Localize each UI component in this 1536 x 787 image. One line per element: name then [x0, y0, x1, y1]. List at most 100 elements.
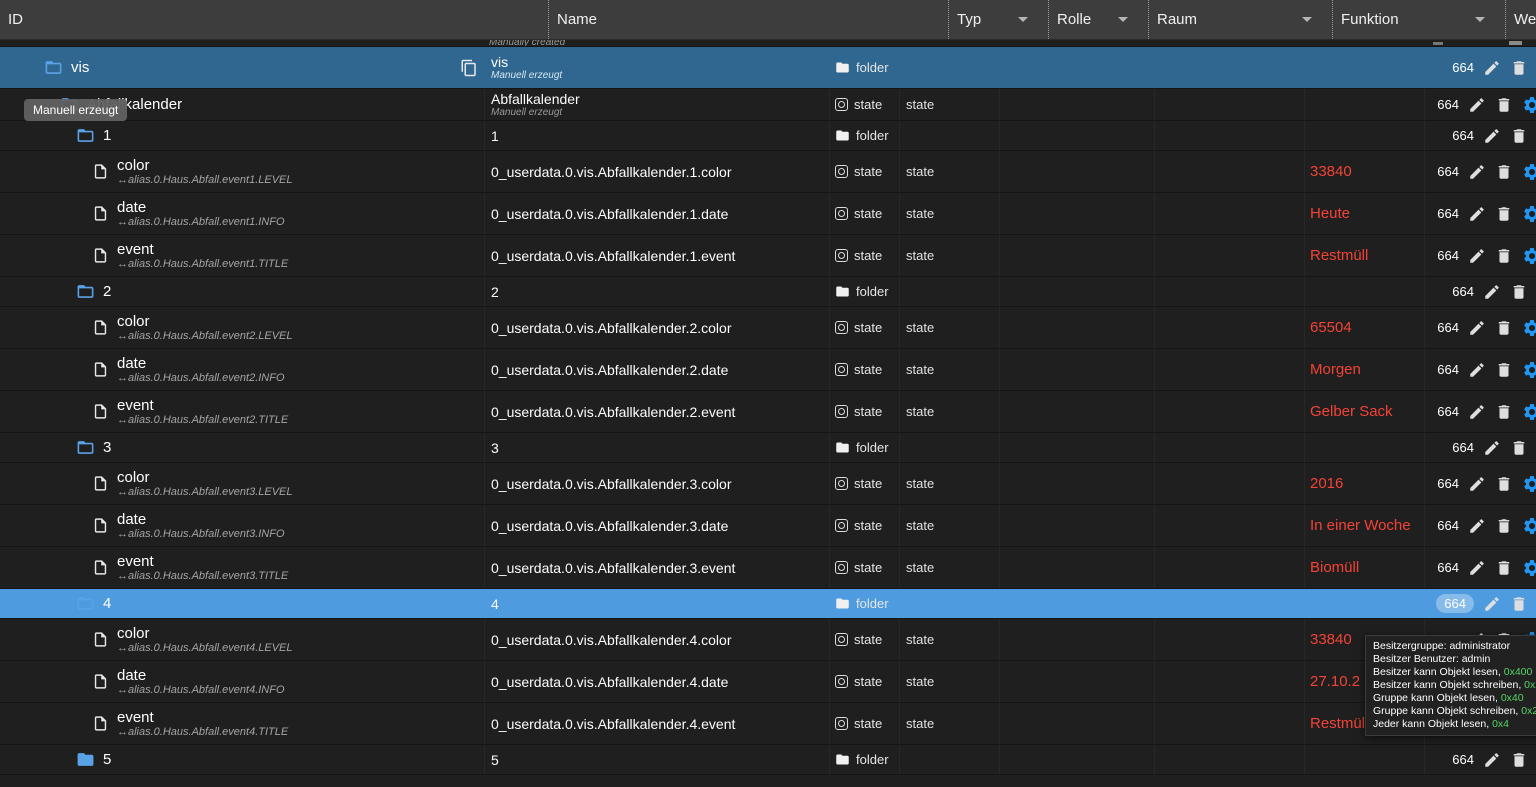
- table-row[interactable]: 3 3 folder 664: [0, 433, 1536, 463]
- delete-button[interactable]: [1495, 319, 1513, 337]
- delete-button[interactable]: [1495, 475, 1513, 493]
- table-row[interactable]: 1 1 folder 664: [0, 121, 1536, 151]
- table-row[interactable]: Abfallkalender Abfallkalender Manuell er…: [0, 89, 1536, 121]
- access-rights-badge[interactable]: 664: [1437, 97, 1459, 112]
- cell-value[interactable]: [1305, 589, 1425, 618]
- access-rights-badge[interactable]: 664: [1436, 594, 1474, 613]
- column-header-name[interactable]: Name: [548, 0, 948, 39]
- tree-item[interactable]: 3: [0, 438, 484, 457]
- settings-button[interactable]: [1522, 402, 1536, 422]
- table-row[interactable]: event ↔alias.0.Haus.Abfall.event4.TITLE …: [0, 703, 1536, 745]
- tree-item[interactable]: color ↔alias.0.Haus.Abfall.event3.LEVEL: [0, 469, 484, 499]
- folder-open-icon[interactable]: [76, 126, 95, 145]
- delete-button[interactable]: [1495, 205, 1513, 223]
- tree-item[interactable]: event ↔alias.0.Haus.Abfall.event4.TITLE: [0, 709, 484, 739]
- table-row[interactable]: 5 5 folder 664: [0, 745, 1536, 775]
- cell-value[interactable]: [1305, 47, 1425, 88]
- edit-button[interactable]: [1468, 319, 1486, 337]
- table-row[interactable]: color ↔alias.0.Haus.Abfall.event3.LEVEL …: [0, 463, 1536, 505]
- tree-item[interactable]: 5: [0, 750, 484, 769]
- delete-button[interactable]: [1495, 96, 1513, 114]
- cell-value[interactable]: [1305, 121, 1425, 150]
- cell-value[interactable]: 2016: [1305, 463, 1425, 504]
- chevron-down-icon[interactable]: [1302, 17, 1312, 22]
- table-row[interactable]: event ↔alias.0.Haus.Abfall.event2.TITLE …: [0, 391, 1536, 433]
- settings-button[interactable]: [1522, 318, 1536, 338]
- tree-item[interactable]: date ↔alias.0.Haus.Abfall.event2.INFO: [0, 355, 484, 385]
- settings-button[interactable]: [1522, 162, 1536, 182]
- cell-value[interactable]: Biomüll: [1305, 547, 1425, 588]
- edit-button[interactable]: [1483, 59, 1501, 77]
- table-row[interactable]: color ↔alias.0.Haus.Abfall.event1.LEVEL …: [0, 151, 1536, 193]
- access-rights-badge[interactable]: 664: [1452, 284, 1474, 299]
- delete-button[interactable]: [1495, 559, 1513, 577]
- cell-value[interactable]: Heute: [1305, 193, 1425, 234]
- edit-button[interactable]: [1468, 247, 1486, 265]
- edit-button[interactable]: [1483, 127, 1501, 145]
- cell-value[interactable]: [1305, 433, 1425, 462]
- folder-icon[interactable]: [76, 750, 95, 769]
- table-row[interactable]: date ↔alias.0.Haus.Abfall.event2.INFO 0_…: [0, 349, 1536, 391]
- tree-item[interactable]: 1: [0, 126, 484, 145]
- tree-item[interactable]: date ↔alias.0.Haus.Abfall.event4.INFO: [0, 667, 484, 697]
- cell-value[interactable]: [1305, 89, 1425, 120]
- tree-item[interactable]: date ↔alias.0.Haus.Abfall.event3.INFO: [0, 511, 484, 541]
- cell-value[interactable]: 65504: [1305, 307, 1425, 348]
- column-header-raum[interactable]: Raum: [1148, 0, 1332, 39]
- folder-open-icon[interactable]: [44, 58, 63, 77]
- folder-open-icon[interactable]: [76, 282, 95, 301]
- settings-button[interactable]: [1522, 360, 1536, 380]
- chevron-down-icon[interactable]: [1475, 17, 1485, 22]
- folder-open-icon[interactable]: [76, 438, 95, 457]
- delete-button[interactable]: [1510, 283, 1528, 301]
- table-row[interactable]: color ↔alias.0.Haus.Abfall.event4.LEVEL …: [0, 619, 1536, 661]
- settings-button[interactable]: [1522, 474, 1536, 494]
- access-rights-badge[interactable]: 664: [1452, 752, 1474, 767]
- edit-button[interactable]: [1483, 283, 1501, 301]
- table-row[interactable]: date ↔alias.0.Haus.Abfall.event1.INFO 0_…: [0, 193, 1536, 235]
- tree-item[interactable]: color ↔alias.0.Haus.Abfall.event2.LEVEL: [0, 313, 484, 343]
- cell-value[interactable]: Restmüll: [1305, 235, 1425, 276]
- access-rights-badge[interactable]: 664: [1452, 60, 1474, 75]
- settings-button[interactable]: [1522, 516, 1536, 536]
- edit-button[interactable]: [1468, 96, 1486, 114]
- delete-button[interactable]: [1510, 127, 1528, 145]
- settings-button[interactable]: [1522, 204, 1536, 224]
- access-rights-badge[interactable]: 664: [1437, 518, 1459, 533]
- tree-item[interactable]: 2: [0, 282, 484, 301]
- access-rights-badge[interactable]: 664: [1452, 440, 1474, 455]
- edit-button[interactable]: [1483, 439, 1501, 457]
- delete-button[interactable]: [1495, 361, 1513, 379]
- cell-value[interactable]: [1305, 277, 1425, 306]
- access-rights-badge[interactable]: 664: [1437, 476, 1459, 491]
- edit-button[interactable]: [1483, 751, 1501, 769]
- delete-button[interactable]: [1510, 751, 1528, 769]
- access-rights-badge[interactable]: 664: [1452, 128, 1474, 143]
- delete-button[interactable]: [1495, 403, 1513, 421]
- column-header-wert[interactable]: Wert: [1505, 0, 1536, 39]
- tree-item[interactable]: event ↔alias.0.Haus.Abfall.event1.TITLE: [0, 241, 484, 271]
- table-row[interactable]: color ↔alias.0.Haus.Abfall.event2.LEVEL …: [0, 307, 1536, 349]
- edit-button[interactable]: [1468, 517, 1486, 535]
- table-row[interactable]: event ↔alias.0.Haus.Abfall.event3.TITLE …: [0, 547, 1536, 589]
- access-rights-badge[interactable]: 664: [1437, 164, 1459, 179]
- tree-item[interactable]: 4: [0, 594, 484, 613]
- table-row[interactable]: 4 4 folder 664: [0, 589, 1536, 619]
- edit-button[interactable]: [1468, 475, 1486, 493]
- column-header-typ[interactable]: Typ: [948, 0, 1048, 39]
- delete-button[interactable]: [1495, 247, 1513, 265]
- delete-button[interactable]: [1495, 163, 1513, 181]
- access-rights-badge[interactable]: 664: [1437, 206, 1459, 221]
- table-row[interactable]: date ↔alias.0.Haus.Abfall.event4.INFO 0_…: [0, 661, 1536, 703]
- partial-row[interactable]: Manually created: [0, 40, 1536, 47]
- access-rights-badge[interactable]: 664: [1437, 362, 1459, 377]
- access-rights-badge[interactable]: 664: [1437, 404, 1459, 419]
- access-rights-badge[interactable]: 664: [1437, 560, 1459, 575]
- delete-button[interactable]: [1510, 595, 1528, 613]
- cell-value[interactable]: In einer Woche: [1305, 505, 1425, 546]
- settings-button[interactable]: [1522, 558, 1536, 578]
- access-rights-badge[interactable]: 664: [1437, 320, 1459, 335]
- chevron-down-icon[interactable]: [1018, 17, 1028, 22]
- edit-button[interactable]: [1483, 595, 1501, 613]
- edit-button[interactable]: [1468, 361, 1486, 379]
